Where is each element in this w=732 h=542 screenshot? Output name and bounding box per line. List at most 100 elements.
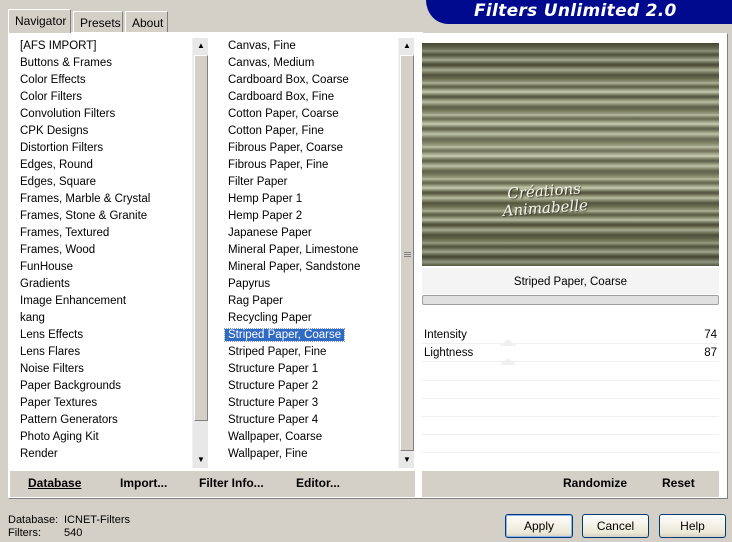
parameter-panel[interactable]: Intensity 74 Lightness 87 [422,306,719,468]
scroll-down-arrow-icon[interactable]: ▼ [193,452,209,468]
help-button[interactable]: Help [659,514,726,538]
list-item-label: Pattern Generators [20,414,118,426]
database-button[interactable]: Database [28,476,81,490]
filter-list[interactable]: Canvas, Fine Canvas, Medium Cardboard Box,… [221,38,397,468]
list-item-label: Lens Effects [20,329,84,341]
list-item[interactable]: Edges, Round [13,157,191,174]
import-button[interactable]: Import... [120,476,167,490]
list-item[interactable]: Structure Paper 2 [221,378,397,395]
scroll-down-arrow-icon[interactable]: ▼ [399,452,415,468]
list-item[interactable]: Lens Effects [13,327,191,344]
param-row-lightness[interactable]: Lightness 87 [422,344,719,362]
tab-navigator[interactable]: Navigator [8,9,71,33]
preview-watermark: Créations Animabelle [501,179,588,219]
filter-info-button[interactable]: Filter Info... [199,476,264,490]
list-item[interactable]: Paper Backgrounds [13,378,191,395]
list-item-label: Photo Aging Kit [20,431,99,443]
list-item[interactable]: Hemp Paper 1 [221,191,397,208]
list-item[interactable]: Hemp Paper 2 [221,208,397,225]
list-item[interactable]: Wallpaper, Fine [221,446,397,463]
status-database: Database: ICNET-Filters [8,514,130,526]
list-item-label: Cardboard Box, Fine [228,91,335,103]
list-item[interactable]: Structure Paper 1 [221,361,397,378]
list-item-label: Noise Filters [20,363,84,375]
grip-line [404,256,411,257]
list-item[interactable]: [AFS IMPORT] [13,38,191,55]
cancel-button[interactable]: Cancel [582,514,649,538]
list-item-label: Striped Paper, Fine [228,346,327,358]
list-item[interactable]: Convolution Filters [13,106,191,123]
list-item[interactable]: Structure Paper 4 [221,412,397,429]
filter-name-label: Striped Paper, Coarse [422,268,719,294]
list-item[interactable]: Mineral Paper, Sandstone [221,259,397,276]
list-item[interactable]: Frames, Wood [13,242,191,259]
list-item-label: Paper Backgrounds [20,380,122,392]
scroll-up-arrow-icon[interactable]: ▲ [193,38,209,54]
list-item-label: Render [20,448,58,460]
list-item[interactable]: Color Effects [13,72,191,89]
list-item-label: Convolution Filters [20,108,116,120]
list-item[interactable]: Buttons & Frames [13,55,191,72]
tab-about[interactable]: About [125,11,168,32]
reset-button[interactable]: Reset [662,476,695,490]
editor-button[interactable]: Editor... [296,476,340,490]
scroll-thumb[interactable] [400,55,414,451]
list-item[interactable]: Frames, Marble & Crystal [13,191,191,208]
list-item[interactable]: Image Enhancement [13,293,191,310]
list-item[interactable]: Japanese Paper [221,225,397,242]
list-item-label: Cardboard Box, Coarse [228,74,349,86]
list-item[interactable]: Striped Paper, Fine [221,344,397,361]
filter-scrollbar[interactable]: ▲ ▼ [398,38,414,468]
list-item[interactable]: Rag Paper [221,293,397,310]
list-item-label: Cotton Paper, Coarse [228,108,339,120]
list-item[interactable]: Cotton Paper, Coarse [221,106,397,123]
list-item[interactable]: Noise Filters [13,361,191,378]
scroll-up-arrow-icon[interactable]: ▲ [399,38,415,54]
list-item[interactable]: Frames, Textured [13,225,191,242]
scroll-thumb[interactable] [194,55,208,421]
apply-button[interactable]: Apply [505,514,573,538]
list-item-label: Distortion Filters [20,142,104,154]
list-item[interactable]: Fibrous Paper, Fine [221,157,397,174]
list-item[interactable]: Fibrous Paper, Coarse [221,140,397,157]
progress-bar [422,295,719,305]
list-item[interactable]: Distortion Filters [13,140,191,157]
list-item[interactable]: Canvas, Medium [221,55,397,72]
list-item[interactable]: Gradients [13,276,191,293]
param-divider [422,452,719,453]
list-item[interactable]: Photo Aging Kit [13,429,191,446]
list-item-label: Canvas, Medium [228,57,315,69]
list-item[interactable]: Wallpaper, Coarse [221,429,397,446]
list-item[interactable]: Cotton Paper, Fine [221,123,397,140]
list-item-label: Color Effects [20,74,86,86]
list-item-label: Edges, Round [20,159,93,171]
list-item[interactable]: Structure Paper 3 [221,395,397,412]
category-scrollbar[interactable]: ▲ ▼ [192,38,208,468]
list-item-label: Papyrus [228,278,271,290]
list-item[interactable]: Cardboard Box, Coarse [221,72,397,89]
list-item[interactable]: Cardboard Box, Fine [221,89,397,106]
list-item[interactable]: Mineral Paper, Limestone [221,242,397,259]
list-item[interactable]: Striped Paper, Coarse [221,327,397,344]
category-list[interactable]: [AFS IMPORT] Buttons & Frames Color Effect… [13,38,191,468]
list-item[interactable]: Canvas, Fine [221,38,397,55]
list-item[interactable]: Papyrus [221,276,397,293]
list-item[interactable]: Edges, Square [13,174,191,191]
list-item[interactable]: Paper Textures [13,395,191,412]
list-item[interactable]: CPK Designs [13,123,191,140]
list-item[interactable]: Filter Paper [221,174,397,191]
list-item[interactable]: Color Filters [13,89,191,106]
list-item-label: [AFS IMPORT] [20,40,97,52]
param-row-intensity[interactable]: Intensity 74 [422,326,719,344]
list-item[interactable]: Lens Flares [13,344,191,361]
list-item[interactable]: Frames, Stone & Granite [13,208,191,225]
tab-presets[interactable]: Presets [73,11,123,32]
list-item-label: Mineral Paper, Sandstone [228,261,361,273]
list-item[interactable]: Pattern Generators [13,412,191,429]
list-item[interactable]: Render [13,446,191,463]
list-item[interactable]: Recycling Paper [221,310,397,327]
list-item[interactable]: kang [13,310,191,327]
list-item[interactable]: FunHouse [13,259,191,276]
randomize-button[interactable]: Randomize [563,476,627,490]
list-item-label: CPK Designs [20,125,89,137]
